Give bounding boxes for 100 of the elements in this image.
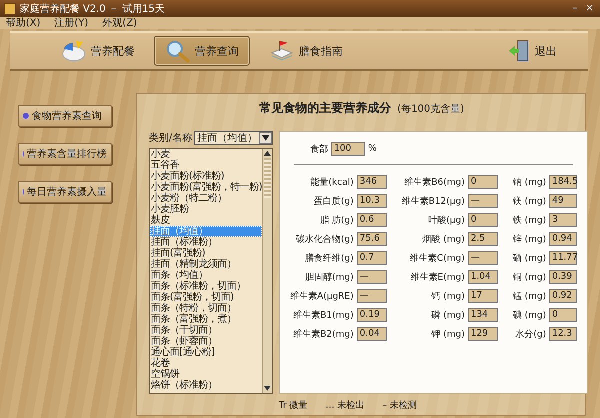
exit-button[interactable]: 退出 — [496, 36, 568, 66]
menu-item[interactable]: 外观(Z) — [102, 16, 138, 30]
nutrient-label: 铁 (mg) — [512, 214, 546, 226]
food-list-item[interactable]: 面条（富强粉，煮） — [150, 314, 262, 325]
nutrient-value-field: 49 — [549, 194, 578, 208]
nutrient-value-field: — — [356, 289, 387, 303]
nutrient-value-field: 184.5 — [549, 175, 578, 189]
food-list-item[interactable]: 小麦胚粉 — [150, 204, 262, 215]
nav-button[interactable]: 食物营养素查询 — [18, 105, 112, 127]
category-label: 类别/名称 — [149, 132, 192, 145]
nutrient-label: 锌 (mg) — [512, 234, 546, 246]
pie-chart-icon — [61, 39, 87, 63]
food-list-item[interactable]: 面条（标准粉，切面） — [150, 281, 262, 292]
panel-title: 常见食物的主要营养成分 — [260, 100, 392, 117]
toolbar-tab[interactable]: 营养查询 — [154, 36, 250, 66]
nutrient-value-field: 346 — [356, 175, 387, 189]
nutrient-label: 维生素A(μgRE) — [290, 290, 354, 302]
nutrient-value-field: 75.6 — [356, 232, 387, 246]
nutrient-label: 脂 肪(g) — [319, 214, 354, 226]
food-list-item[interactable]: 小麦面粉(富强粉，特一粉) — [150, 182, 262, 193]
nutrient-label: 磷 (mg) — [430, 310, 465, 322]
scrollbar-thumb[interactable] — [264, 158, 272, 198]
legend-text: – 未检测 — [382, 400, 417, 412]
food-list-item[interactable]: 挂面（标准粉） — [150, 237, 262, 248]
nutrient-value-field: 0.19 — [356, 308, 387, 322]
nutrient-label: 钠 (mg) — [512, 176, 546, 188]
nutrient-label: 镁 (mg) — [512, 196, 546, 208]
food-list-item[interactable]: 小麦粉（特二粉） — [150, 193, 262, 204]
food-list-item[interactable]: 小麦 — [150, 149, 262, 160]
nutrient-label: 维生素B2(mg) — [292, 328, 354, 340]
food-list-item[interactable]: 面条(富强粉，切面) — [150, 292, 262, 303]
nutrient-label: 维生素C(mg) — [409, 252, 465, 264]
food-list-item[interactable]: 面条（均值） — [150, 270, 262, 281]
bullet-icon — [23, 113, 29, 119]
app-icon — [4, 2, 16, 14]
dropdown-arrow-icon — [259, 132, 272, 144]
food-list-item[interactable]: 挂面(富强粉) — [150, 248, 262, 259]
close-button[interactable]: × — [584, 3, 596, 14]
nutrient-value-field: 2.5 — [468, 232, 498, 246]
nutrient-value-field: — — [356, 270, 387, 284]
nutrient-value-field: 0.6 — [356, 213, 387, 227]
nutrient-label: 膳食纤维(g) — [304, 252, 354, 264]
toolbar-tab[interactable]: 营养配餐 — [50, 36, 146, 66]
nutrient-label: 维生素E(mg) — [410, 272, 465, 284]
food-list-item[interactable]: 花卷 — [150, 358, 262, 369]
scroll-down-icon[interactable] — [264, 385, 272, 392]
edible-label: 食部 — [310, 144, 328, 156]
nutrient-value-field: — — [468, 251, 498, 265]
nutrient-value-field: 129 — [468, 327, 498, 341]
nutrient-label: 胆固醇(mg) — [304, 272, 354, 284]
nutrient-value-field: 0.39 — [549, 270, 578, 284]
nutrient-value-field: 0 — [468, 213, 498, 227]
legend-text: Tr 微量 — [279, 400, 308, 412]
nutrient-label: 能量(kcal) — [310, 176, 354, 188]
nutrient-label: 叶酸(μg) — [428, 214, 465, 226]
food-list-item[interactable]: 通心面[通心粉] — [150, 347, 262, 358]
food-list-item[interactable]: 五谷香 — [150, 160, 262, 171]
nav-button[interactable]: 每日营养素摄入量 — [18, 181, 112, 203]
search-icon — [165, 39, 191, 63]
book-flag-icon — [269, 39, 295, 63]
nutrient-label: 钙 (mg) — [430, 290, 465, 302]
nutrient-value-field: 11.77 — [549, 251, 578, 265]
nutrient-value-field: 0 — [468, 175, 498, 189]
nav-button[interactable]: 营养素含量排行榜 — [18, 143, 112, 165]
toolbar-tab[interactable]: 膳食指南 — [258, 36, 354, 66]
nutrient-value-field: 0.7 — [356, 251, 387, 265]
nutrient-label: 维生素B12(μg) — [400, 196, 465, 208]
nutrient-label: 碳水化合物(g) — [295, 234, 354, 246]
nutrient-label: 维生素B1(mg) — [292, 310, 354, 322]
minimize-button[interactable]: – — [570, 3, 580, 14]
nutrient-value-field: 0.94 — [549, 232, 578, 246]
nutrient-label: 铜 (mg) — [512, 272, 546, 284]
food-list-item[interactable]: 面条（干切面） — [150, 325, 262, 336]
door-exit-icon — [507, 39, 531, 63]
nutrient-value-field: 12.3 — [549, 327, 578, 341]
food-list-item[interactable]: 面条（特粉，切面） — [150, 303, 262, 314]
nutrient-label: 硒 (mg) — [512, 252, 546, 264]
food-list-item[interactable]: 空锅饼 — [150, 369, 262, 380]
nutrient-value-field: 10.3 — [356, 194, 387, 208]
nutrient-value-field: 134 — [468, 308, 498, 322]
edible-field[interactable]: 100 — [331, 142, 366, 156]
food-list-item[interactable]: 烙饼（标准粉） — [150, 380, 262, 391]
nutrient-label: 水分(g) — [514, 328, 546, 340]
legend-text: … 未检出 — [326, 400, 365, 412]
nutrient-value-field: 3 — [549, 213, 578, 227]
window-title: 家庭营养配餐 V2.0 － 试用15天 — [20, 2, 166, 16]
nutrient-label: 蛋白质(g) — [313, 196, 354, 208]
food-list-item[interactable]: 小麦面粉(标准粉) — [150, 171, 262, 182]
nutrient-label: 钾 (mg) — [430, 328, 465, 340]
menu-item[interactable]: 帮助(X) — [6, 16, 41, 30]
food-list-item[interactable]: 挂面（精制龙须面） — [150, 259, 262, 270]
food-list-item[interactable]: 麸皮 — [150, 215, 262, 226]
unit-label: % — [368, 144, 377, 154]
nutrient-value-field: 1.04 — [468, 270, 498, 284]
nutrient-value-field: 17 — [468, 289, 498, 303]
nutrient-label: 碘 (mg) — [512, 310, 546, 322]
menu-item[interactable]: 注册(Y) — [54, 16, 89, 30]
food-list-item[interactable]: 面条（虾蓉面） — [150, 336, 262, 347]
category-dropdown[interactable]: 挂面（均值） — [194, 131, 274, 145]
nutrient-value-field: 0.04 — [356, 327, 387, 341]
